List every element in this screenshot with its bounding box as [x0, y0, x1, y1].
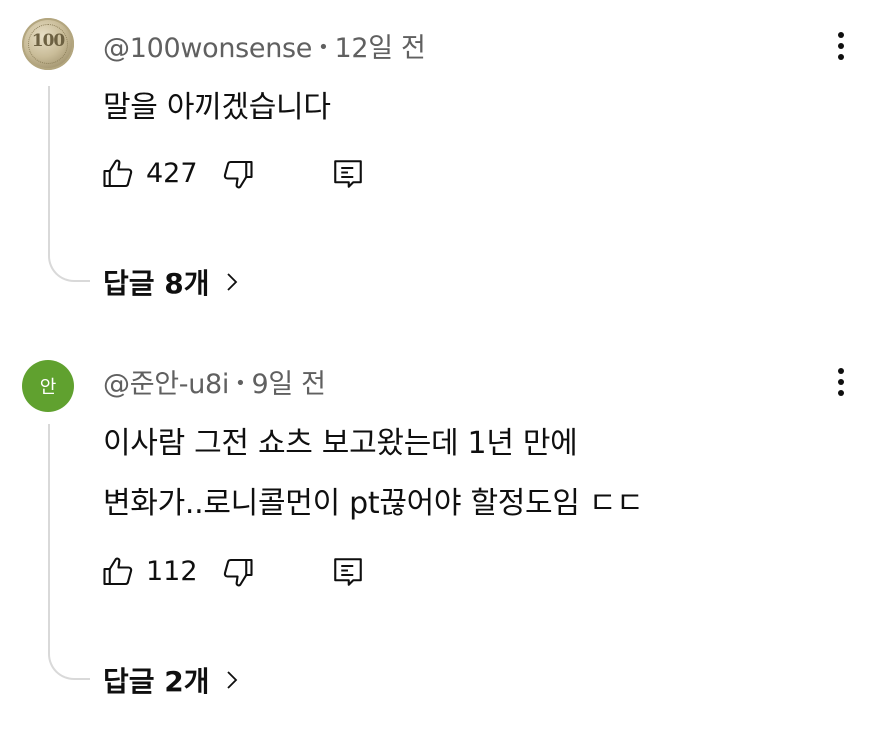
- chevron-right-icon: [224, 271, 240, 293]
- like-count: 112: [146, 556, 198, 587]
- avatar-junan[interactable]: 안: [22, 360, 74, 412]
- thumbs-up-icon: [103, 557, 133, 586]
- comment-meta: @100wonsense • 12일 전: [103, 26, 426, 65]
- thumbs-down-icon: [223, 558, 253, 587]
- like-count: 427: [146, 158, 198, 189]
- thumbs-down-icon: [223, 160, 253, 189]
- more-vertical-icon-dot: [838, 43, 844, 49]
- avatar-100wonsense[interactable]: 100: [22, 18, 74, 70]
- reply-button[interactable]: [330, 156, 366, 192]
- comment-time[interactable]: 9일 전: [251, 369, 326, 400]
- meta-separator: •: [235, 373, 246, 394]
- comment-time[interactable]: 12일 전: [334, 33, 425, 64]
- reply-button[interactable]: [330, 554, 366, 590]
- reply-icon: [334, 160, 362, 188]
- dislike-button[interactable]: [220, 156, 256, 192]
- more-options-button[interactable]: [826, 26, 856, 66]
- comment-author[interactable]: @준안-u8i: [103, 369, 229, 400]
- comment-text: 말을 아끼겠습니다: [103, 90, 331, 125]
- view-replies-button[interactable]: 답글 2개: [103, 660, 240, 700]
- avatar-coin-text: 100: [31, 31, 66, 51]
- thread-line: [48, 424, 90, 680]
- more-vertical-icon: [838, 368, 844, 374]
- thread-line: [48, 86, 90, 282]
- dislike-button[interactable]: [220, 554, 256, 590]
- more-vertical-icon-dot: [838, 54, 844, 60]
- view-replies-button[interactable]: 답글 8개: [103, 262, 240, 302]
- comment-actions: 427: [100, 156, 400, 196]
- comment-actions: 112: [100, 554, 400, 594]
- comment-meta: @준안-u8i • 9일 전: [103, 362, 326, 401]
- thumbs-up-icon: [103, 159, 133, 188]
- more-vertical-icon: [838, 32, 844, 38]
- avatar-initial: 안: [39, 377, 57, 398]
- reply-icon: [334, 558, 362, 586]
- meta-separator: •: [318, 37, 329, 58]
- chevron-right-icon: [224, 669, 240, 691]
- more-vertical-icon-dot: [838, 390, 844, 396]
- replies-label: 답글 8개: [103, 267, 210, 300]
- more-options-button[interactable]: [826, 362, 856, 402]
- replies-label: 답글 2개: [103, 665, 210, 698]
- more-vertical-icon-dot: [838, 379, 844, 385]
- comment-author[interactable]: @100wonsense: [103, 33, 312, 64]
- comment-text-line-2: 변화가..로니콜먼이 pt끊어야 할정도임 ㄷㄷ: [103, 486, 644, 521]
- like-button[interactable]: [100, 156, 136, 192]
- comment-text-line-1: 이사람 그전 쇼츠 보고왔는데 1년 만에: [103, 426, 578, 461]
- like-button[interactable]: [100, 554, 136, 590]
